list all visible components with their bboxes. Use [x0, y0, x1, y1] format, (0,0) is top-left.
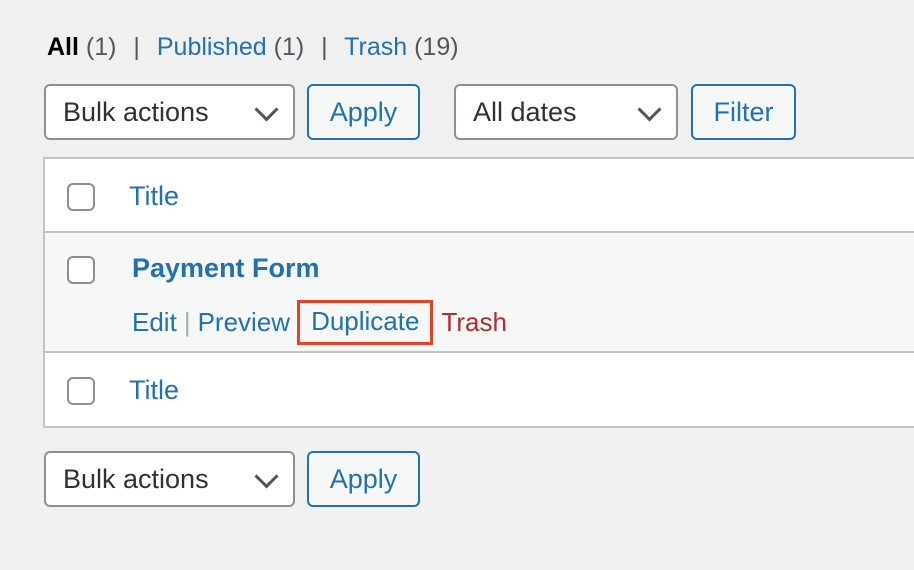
chevron-down-icon	[254, 97, 279, 122]
row-title-link[interactable]: Payment Form	[132, 253, 320, 284]
duplicate-link[interactable]: Duplicate	[311, 306, 419, 336]
chevron-down-icon	[637, 97, 662, 122]
view-all[interactable]: All	[47, 33, 79, 61]
bulk-actions-value: Bulk actions	[63, 96, 209, 127]
row-actions: Edit | Preview Duplicate Trash	[132, 300, 507, 345]
chevron-down-icon	[254, 464, 279, 489]
select-all-checkbox[interactable]	[67, 183, 95, 211]
column-title-sort[interactable]: Title	[129, 181, 179, 212]
bulk-actions-select-bottom[interactable]: Bulk actions	[44, 451, 295, 507]
posts-table: Title Payment Form Edit | Preview Duplic…	[43, 157, 914, 428]
view-trash[interactable]: Trash	[344, 33, 407, 61]
separator: |	[133, 33, 140, 61]
column-title-sort-footer[interactable]: Title	[129, 375, 179, 406]
bulk-actions-select-top[interactable]: Bulk actions	[44, 84, 295, 140]
duplicate-highlight-box: Duplicate	[297, 300, 434, 345]
dates-value: All dates	[473, 96, 577, 127]
separator: |	[183, 307, 191, 337]
apply-button-top[interactable]: Apply	[307, 84, 420, 140]
row-checkbox[interactable]	[67, 256, 95, 284]
table-row: Payment Form Edit | Preview Duplicate Tr…	[45, 233, 914, 353]
edit-link[interactable]: Edit	[132, 307, 177, 338]
view-filters: All (1) | Published (1) | Trash (19)	[47, 33, 459, 62]
apply-button-bottom[interactable]: Apply	[307, 451, 420, 507]
separator: |	[321, 33, 328, 61]
preview-link[interactable]: Preview	[198, 307, 290, 338]
view-all-count: (1)	[85, 33, 117, 61]
table-footer-row: Title	[45, 353, 914, 426]
view-trash-count: (19)	[414, 33, 459, 61]
dates-select[interactable]: All dates	[454, 84, 678, 140]
bulk-actions-value: Bulk actions	[63, 463, 209, 494]
select-all-checkbox-footer[interactable]	[67, 377, 95, 405]
view-published[interactable]: Published	[157, 33, 267, 61]
table-header-row: Title	[45, 159, 914, 233]
trash-link[interactable]: Trash	[441, 307, 507, 338]
view-published-count: (1)	[273, 33, 305, 61]
filter-button[interactable]: Filter	[691, 84, 796, 140]
